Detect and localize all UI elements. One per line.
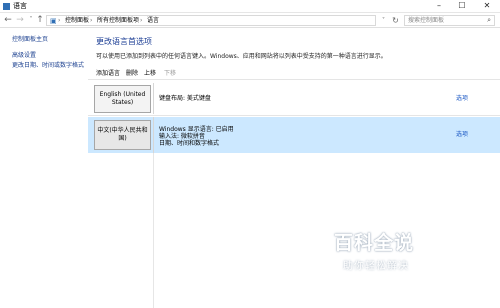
language-row[interactable]: English (United States) 键盘布局: 美式键盘 选项 (88, 83, 500, 114)
breadcrumb-all-items[interactable]: 所有控制面板项 (97, 16, 139, 25)
column-divider (153, 83, 154, 114)
search-placeholder: 搜索控制面板 (408, 17, 445, 24)
main-panel: 更改语言首选项 可以使用已添加到列表中的任何语言键入。Windows、应用和网站… (88, 29, 500, 308)
language-info-line: 输入法: 微软拼音 (159, 133, 205, 140)
page-description: 可以使用已添加到列表中的任何语言键入。Windows、应用和网站将以列表中受支持… (96, 53, 387, 60)
column-divider (153, 153, 154, 308)
refresh-icon[interactable]: ↻ (390, 15, 401, 26)
address-box[interactable]: ▣ › 控制面板 › 所有控制面板项 › 语言 (46, 15, 376, 26)
close-button[interactable]: ✕ (476, 0, 498, 12)
language-row-selected[interactable]: 中文(中华人民共和国) Windows 显示语言: 已启用 输入法: 微软拼音 … (88, 117, 500, 153)
breadcrumb-separator[interactable]: › (140, 16, 142, 25)
forward-arrow-icon[interactable]: → (15, 14, 25, 26)
page-title: 更改语言首选项 (96, 37, 152, 46)
up-arrow-icon[interactable]: ↑ (35, 14, 45, 26)
language-name-button[interactable]: English (United States) (94, 85, 151, 113)
minimize-button[interactable]: – (428, 0, 450, 12)
remove-button[interactable]: 删除 (126, 70, 138, 78)
maximize-button[interactable]: ☐ (451, 0, 473, 12)
sidebar-item-date-time-format[interactable]: 更改日期、时间或数字格式 (12, 62, 84, 70)
language-info-line: Windows 显示语言: 已启用 (159, 126, 234, 133)
move-up-button[interactable]: 上移 (144, 70, 156, 78)
move-down-button[interactable]: 下移 (164, 70, 176, 78)
language-info-line: 日期、时间和数字格式 (159, 140, 220, 147)
search-icon: ⌕ (487, 16, 491, 24)
sidebar-item-advanced-settings[interactable]: 高级设置 (12, 52, 36, 60)
language-name-button[interactable]: 中文(中华人民共和国) (94, 120, 151, 150)
watermark-title: 百科全说 (334, 232, 415, 254)
watermark-subtitle: 助你轻松解决 (343, 261, 409, 272)
back-arrow-icon[interactable]: ← (3, 14, 13, 26)
language-options-link[interactable]: 选项 (456, 95, 468, 103)
left-pane: 控制面板主页 高级设置 更改日期、时间或数字格式 (0, 29, 88, 308)
add-language-button[interactable]: 添加语言 (96, 70, 120, 78)
address-dropdown-icon[interactable]: ˅ (378, 15, 389, 26)
window-title: 语言 (13, 2, 27, 10)
control-panel-icon: ▣ (50, 17, 57, 25)
language-info-line: 键盘布局: 美式键盘 (159, 95, 211, 102)
search-input[interactable]: 搜索控制面板 ⌕ (404, 15, 495, 26)
language-options-link[interactable]: 选项 (456, 131, 468, 139)
language-app-icon (3, 3, 10, 10)
sidebar-item-control-panel-home[interactable]: 控制面板主页 (12, 36, 48, 44)
breadcrumb-control-panel[interactable]: 控制面板 (65, 16, 89, 25)
breadcrumb-separator: › (58, 17, 61, 24)
breadcrumb-language[interactable]: 语言 (147, 16, 159, 25)
row-divider (88, 115, 500, 116)
language-toolbar: 添加语言 删除 上移 下移 (88, 68, 500, 80)
title-bar: 语言 – ☐ ✕ (0, 0, 500, 13)
breadcrumb-separator[interactable]: › (90, 16, 92, 25)
column-divider (153, 117, 154, 153)
address-bar: ← → ˅ ↑ ▣ › 控制面板 › 所有控制面板项 › 语言 ˅ ↻ 搜索控制… (0, 13, 500, 28)
